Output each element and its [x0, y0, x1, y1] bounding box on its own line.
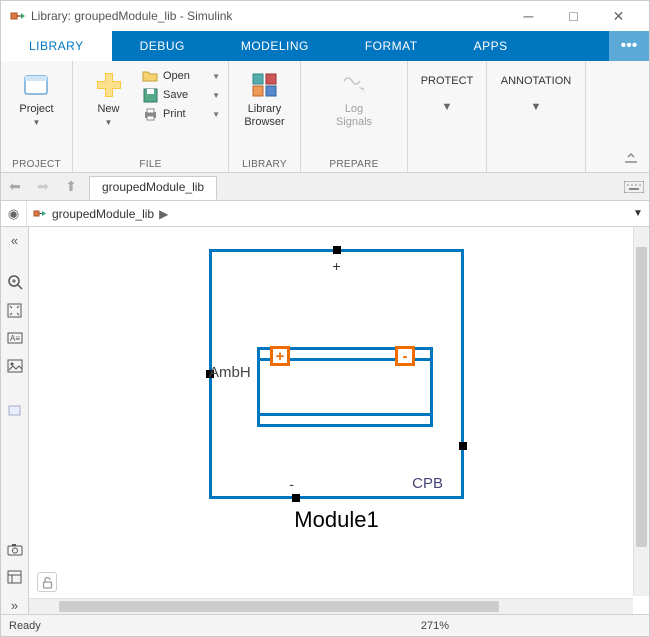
status-text: Ready	[9, 620, 41, 632]
breadcrumb-item[interactable]: groupedModule_lib ▶	[27, 201, 174, 226]
port-minus-label: -	[289, 476, 294, 492]
terminal-plus-icon: +	[270, 346, 290, 366]
group-protect: PROTECT ▼	[408, 61, 487, 172]
protect-dropdown[interactable]: PROTECT ▼	[416, 66, 478, 126]
scrollbar-horizontal[interactable]	[29, 598, 633, 614]
selection-handle[interactable]	[333, 246, 341, 254]
terminal-minus-icon: -	[395, 346, 415, 366]
tab-library[interactable]: LIBRARY	[1, 31, 112, 61]
ribbon: Project▼ PROJECT New▼ Open▼	[1, 61, 649, 173]
folder-open-icon	[142, 68, 158, 84]
module-block[interactable]: + - AmbH CPB + -	[209, 249, 464, 499]
maximize-button[interactable]: □	[551, 1, 596, 31]
status-bar: Ready 271%	[1, 614, 649, 636]
titlebar: Library: groupedModule_lib - Simulink ─ …	[1, 1, 649, 31]
log-signals-button: Log Signals	[309, 66, 399, 128]
port-ambh-label: AmbH	[209, 364, 251, 381]
canvas[interactable]: + - AmbH CPB + - Module1	[29, 227, 649, 614]
keyboard-icon[interactable]: <线/>	[619, 173, 649, 200]
scrollbar-vertical[interactable]	[633, 227, 649, 596]
model-icon	[33, 208, 47, 220]
show-more-button[interactable]: »	[5, 596, 25, 614]
ribbon-tabs: LIBRARY DEBUG MODELING FORMAT APPS •••	[1, 31, 649, 61]
print-button[interactable]: Print▼	[142, 106, 220, 122]
group-file: New▼ Open▼ Save▼ Print▼	[73, 61, 229, 172]
image-tool-button[interactable]	[5, 357, 25, 375]
zoom-level[interactable]: 271%	[421, 620, 449, 632]
breadcrumb-root-button[interactable]: ◉	[1, 201, 27, 226]
nav-back-button[interactable]: ⬅	[1, 173, 29, 200]
print-icon	[142, 106, 158, 122]
save-icon	[142, 87, 158, 103]
zoom-tool-button[interactable]	[5, 273, 25, 291]
new-icon	[93, 69, 125, 101]
unlock-library-button[interactable]	[37, 572, 57, 592]
app-window: Library: groupedModule_lib - Simulink ─ …	[0, 0, 650, 637]
app-icon	[9, 8, 25, 24]
tab-apps[interactable]: APPS	[446, 31, 536, 61]
screenshot-button[interactable]	[5, 540, 25, 558]
window-title: Library: groupedModule_lib - Simulink	[31, 9, 232, 23]
model-browser-button[interactable]	[5, 568, 25, 586]
project-icon	[21, 69, 53, 101]
annotation-dropdown[interactable]: ANNOTATION ▼	[495, 66, 577, 126]
group-library: Library Browser LIBRARY	[229, 61, 301, 172]
port-cpb-label: CPB	[412, 475, 443, 492]
hide-browser-button[interactable]: «	[5, 231, 25, 249]
tab-modeling[interactable]: MODELING	[213, 31, 337, 61]
tab-debug[interactable]: DEBUG	[112, 31, 213, 61]
battery-icon: + -	[257, 347, 433, 427]
open-button[interactable]: Open▼	[142, 68, 220, 84]
group-prepare: Log Signals PREPARE	[301, 61, 408, 172]
minimize-button[interactable]: ─	[506, 1, 551, 31]
area-tool-button[interactable]	[5, 401, 25, 419]
palette: « A≡ »	[1, 227, 29, 614]
ribbon-collapse-button[interactable]	[623, 61, 649, 172]
work-area: « A≡ » + - AmbH	[1, 227, 649, 614]
annotation-tool-button[interactable]: A≡	[5, 329, 25, 347]
nav-bar: ⬅ ➡ ⬆ groupedModule_lib <线/>	[1, 173, 649, 201]
selection-handle[interactable]	[459, 442, 467, 450]
fit-view-button[interactable]	[5, 301, 25, 319]
tab-format[interactable]: FORMAT	[337, 31, 446, 61]
library-browser-button[interactable]: Library Browser	[237, 66, 292, 128]
nav-forward-button[interactable]: ➡	[29, 173, 57, 200]
group-annotation: ANNOTATION ▼	[487, 61, 586, 172]
selection-handle[interactable]	[292, 494, 300, 502]
block-name-label[interactable]: Module1	[209, 507, 464, 533]
new-button[interactable]: New▼	[81, 66, 136, 128]
breadcrumb-dropdown[interactable]: ▼	[627, 208, 649, 219]
log-signals-icon	[338, 69, 370, 101]
model-tab[interactable]: groupedModule_lib	[89, 176, 217, 200]
library-browser-icon	[249, 69, 281, 101]
canvas-container: + - AmbH CPB + - Module1	[29, 227, 649, 614]
port-plus-label: +	[332, 258, 340, 274]
save-button[interactable]: Save▼	[142, 87, 220, 103]
breadcrumb-bar: ◉ groupedModule_lib ▶ ▼	[1, 201, 649, 227]
svg-text:A≡: A≡	[10, 334, 20, 343]
nav-up-button[interactable]: ⬆	[57, 173, 85, 200]
tab-more-button[interactable]: •••	[609, 31, 649, 61]
project-button[interactable]: Project▼	[9, 66, 64, 128]
group-project: Project▼ PROJECT	[1, 61, 73, 172]
close-button[interactable]: ✕	[596, 1, 641, 31]
